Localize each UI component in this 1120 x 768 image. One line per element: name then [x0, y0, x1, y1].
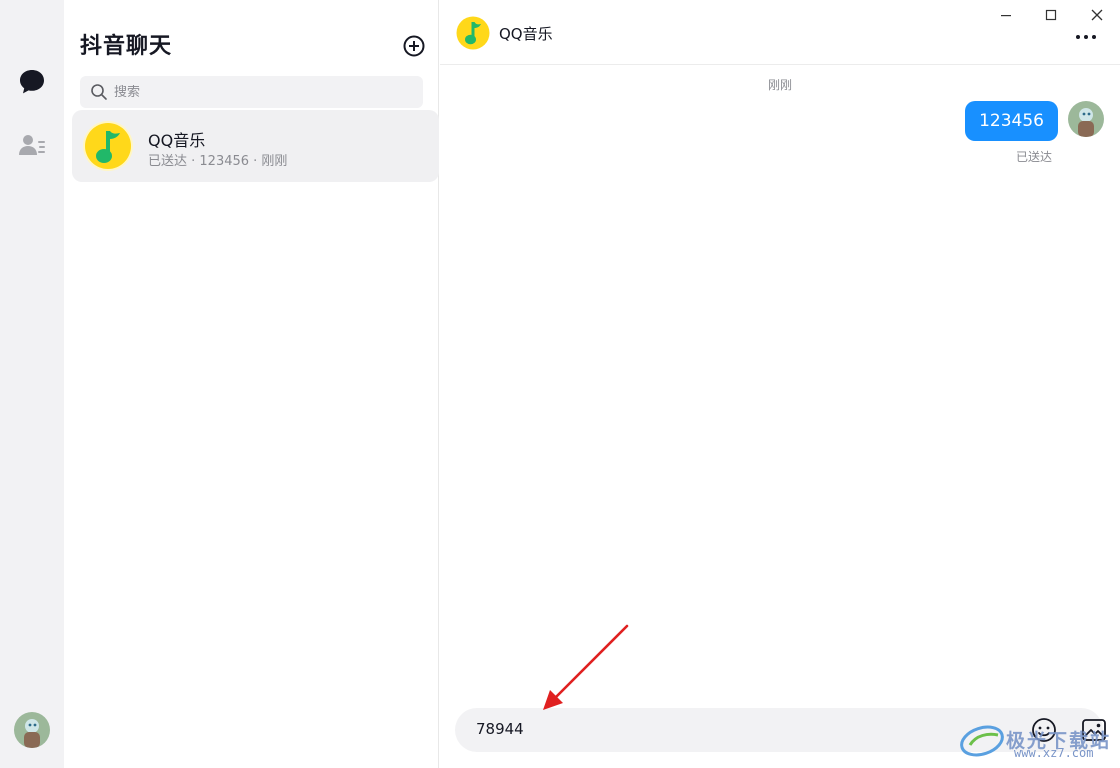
user-avatar[interactable]	[14, 712, 50, 748]
app-rail	[0, 0, 64, 768]
message-bubble-sent[interactable]: 123456	[965, 101, 1058, 141]
search-input[interactable]	[114, 84, 414, 100]
conversation-item[interactable]: QQ音乐 已送达 · 123456 · 刚刚	[72, 110, 439, 182]
watermark-logo	[960, 725, 1004, 757]
maximize-icon	[1045, 9, 1057, 21]
more-horizontal-icon	[1076, 35, 1096, 39]
conversation-name: QQ音乐	[148, 131, 206, 150]
search-box[interactable]	[80, 76, 423, 108]
conversation-list-pane: 抖音聊天 QQ音乐 已送达 · 123456 · 刚刚	[64, 0, 439, 768]
conversation-preview: 已送达 · 123456 · 刚刚	[148, 154, 288, 169]
chat-pane: QQ音乐 刚刚 123456 已送达	[440, 0, 1120, 768]
nav-contacts[interactable]	[16, 130, 48, 162]
close-button[interactable]	[1082, 2, 1112, 28]
time-separator: 刚刚	[767, 78, 792, 92]
message-status: 已送达	[1015, 150, 1052, 164]
message-input[interactable]	[476, 720, 956, 738]
plus-circle-icon	[403, 35, 425, 57]
avatar-image	[14, 712, 50, 748]
watermark: 极光下载站 www.xz7.com	[958, 712, 1118, 766]
watermark-url: www.xz7.com	[1014, 746, 1094, 760]
new-chat-button[interactable]	[402, 34, 426, 58]
list-title: 抖音聊天	[80, 34, 173, 59]
my-avatar[interactable]	[1068, 101, 1104, 137]
nav-chat[interactable]	[16, 66, 48, 98]
chat-bubble-icon	[20, 70, 44, 94]
minimize-button[interactable]	[991, 2, 1021, 28]
chat-contact-name: QQ音乐	[499, 25, 553, 43]
avatar-image	[1068, 101, 1104, 137]
qq-music-avatar[interactable]	[456, 16, 490, 50]
maximize-button[interactable]	[1036, 2, 1066, 28]
close-icon	[1091, 9, 1103, 21]
search-icon	[91, 84, 107, 100]
more-button[interactable]	[1074, 26, 1098, 46]
minimize-icon	[1001, 15, 1011, 17]
qq-music-avatar	[83, 121, 133, 171]
contacts-icon	[19, 135, 45, 155]
